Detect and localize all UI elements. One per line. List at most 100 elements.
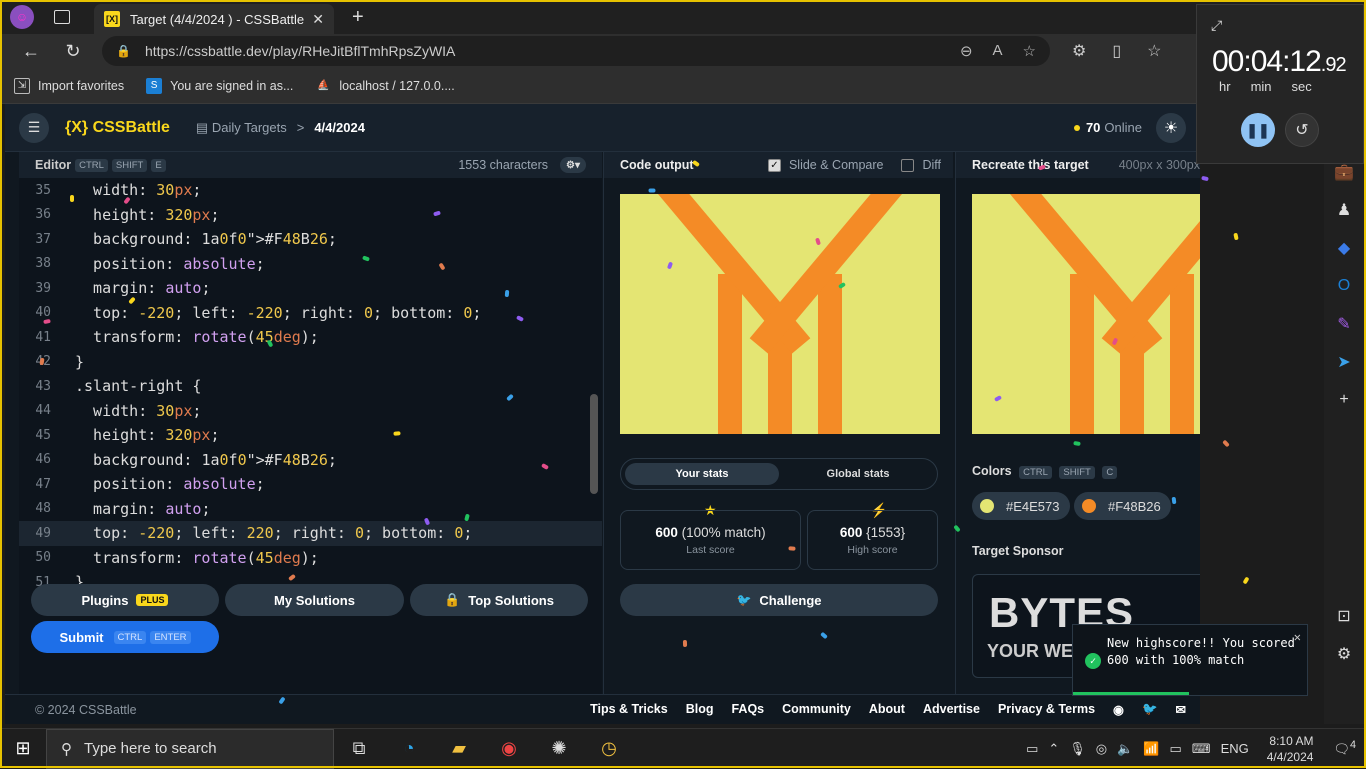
diff-checkbox[interactable]: Diff [901, 158, 941, 172]
add-icon[interactable]: + [1334, 390, 1354, 410]
tab-your-stats[interactable]: Your stats [625, 463, 779, 485]
split-screen-icon[interactable]: ▯ [1112, 41, 1121, 61]
webcam-icon[interactable]: ◎ [1096, 741, 1107, 757]
discord-icon[interactable]: ◉ [1113, 702, 1124, 717]
footer-link-tips[interactable]: Tips & Tricks [590, 702, 668, 717]
confetti-piece [648, 188, 656, 193]
designer-icon[interactable]: ✎ [1334, 314, 1354, 334]
chatgpt-icon[interactable]: ✺ [534, 738, 584, 759]
settings-gear-icon[interactable]: ⚙ [1334, 644, 1354, 664]
windows-start-icon[interactable]: ⊞ [0, 738, 46, 759]
top-solutions-button[interactable]: 🔒 Top Solutions [410, 584, 588, 616]
cssbattle-logo[interactable]: {X} CSSBattle [65, 119, 170, 137]
battery-icon[interactable]: ▭ [1170, 741, 1182, 757]
editor-scrollbar[interactable] [590, 184, 598, 589]
footer-link-about[interactable]: About [869, 702, 905, 717]
slide-compare-checkbox[interactable]: ✓ Slide & Compare [767, 158, 883, 172]
address-bar[interactable]: 🔒 https://cssbattle.dev/play/RHeJitBflTm… [102, 36, 1050, 66]
code-line[interactable]: 39 margin: auto; [19, 276, 602, 301]
submit-button[interactable]: Submit CTRL ENTER [31, 621, 219, 653]
task-view-icon[interactable]: ⧉ [334, 738, 384, 759]
code-line[interactable]: 35 width: 30px; [19, 178, 602, 203]
favorite-import[interactable]: ⇲ Import favorites [14, 77, 124, 94]
notifications-icon[interactable]: 🗨4 [1333, 739, 1356, 757]
read-aloud-icon[interactable]: A [993, 42, 1003, 60]
clock-app-icon[interactable]: ◷ [584, 738, 634, 759]
volume-icon[interactable]: 🔈 [1117, 741, 1133, 757]
microphone-icon[interactable]: 🎙 [1069, 741, 1086, 757]
edge-icon[interactable]: ◔ [384, 738, 434, 759]
favorite-star-icon[interactable]: ☆ [1023, 42, 1036, 60]
footer-link-advertise[interactable]: Advertise [923, 702, 980, 717]
code-line[interactable]: 46 background: 1a0f0">#F48B26; [19, 448, 602, 473]
code-line[interactable]: 37 background: 1a0f0">#F48B26; [19, 227, 602, 252]
favorite-localhost[interactable]: ⛵ localhost / 127.0.0.... [315, 78, 455, 94]
zoom-icon[interactable]: ⊖ [960, 42, 973, 60]
output-canvas[interactable] [620, 194, 940, 434]
scrollbar-thumb[interactable] [590, 394, 598, 494]
close-icon[interactable]: ✕ [1294, 629, 1301, 646]
plugins-button[interactable]: Plugins PLUS [31, 584, 219, 616]
file-explorer-icon[interactable]: ▰ [434, 738, 484, 759]
extensions-icon[interactable]: ⚙ [1072, 41, 1086, 61]
code-line[interactable]: 50 transform: rotate(45deg); [19, 546, 602, 571]
code-line[interactable]: 41 transform: rotate(45deg); [19, 325, 602, 350]
editor-settings-gear-icon[interactable]: ⚙▾ [560, 157, 586, 173]
clock-time: 8:10 AM [1269, 733, 1314, 748]
favorites-icon[interactable]: ☆ [1147, 41, 1161, 61]
theme-toggle-sun-icon[interactable]: ☀ [1156, 112, 1186, 143]
taskbar-clock[interactable]: 8:10 AM 4/4/2024 [1267, 733, 1314, 765]
games-icon[interactable]: ♟ [1334, 200, 1354, 220]
send-icon[interactable]: ➤ [1334, 352, 1354, 372]
tab-global-stats[interactable]: Global stats [781, 463, 935, 485]
challenge-button[interactable]: 🐦 Challenge [620, 584, 938, 616]
tab-actions-icon[interactable] [54, 10, 70, 24]
code-line[interactable]: 44 width: 30px; [19, 399, 602, 424]
code-line[interactable]: 45 height: 320px; [19, 423, 602, 448]
breadcrumb-daily-targets[interactable]: ▤ Daily Targets [196, 120, 287, 136]
keyboard-icon[interactable]: ⌨ [1192, 741, 1211, 757]
reset-icon[interactable]: ↺ [1285, 113, 1319, 147]
line-number: 37 [35, 231, 51, 247]
my-solutions-button[interactable]: My Solutions [225, 584, 404, 616]
pause-icon[interactable]: ❚❚ [1241, 113, 1275, 147]
twitter-icon[interactable]: 🐦 [1142, 702, 1158, 717]
mail-icon[interactable]: ✉ [1176, 702, 1186, 717]
code-area[interactable]: 35 width: 30px; 36 height: 320px; 37 backg… [19, 178, 602, 596]
footer-link-faqs[interactable]: FAQs [731, 702, 764, 717]
code-line[interactable]: 40 top: -220; left: -220; right: 0; bott… [19, 301, 602, 326]
network-icon[interactable]: 📶 [1143, 741, 1159, 757]
footer-link-privacy[interactable]: Privacy & Terms [998, 702, 1095, 717]
outlook-icon[interactable]: O [1334, 276, 1354, 296]
footer-link-blog[interactable]: Blog [686, 702, 714, 717]
favorite-signed-in[interactable]: S You are signed in as... [146, 77, 293, 94]
language-indicator[interactable]: ENG [1221, 741, 1249, 756]
copilot-icon[interactable]: ◆ [1334, 238, 1354, 258]
lock-icon[interactable]: 🔒 [116, 44, 131, 58]
code-line[interactable]: 38 position: absolute; [19, 252, 602, 277]
refresh-icon[interactable]: ↻ [62, 41, 84, 62]
show-hidden-icon[interactable]: ⌃ [1048, 741, 1059, 757]
close-tab-icon[interactable]: ✕ [312, 11, 324, 28]
code-line[interactable]: 43 .slant-right { [19, 374, 602, 399]
code-line[interactable]: 42} [19, 350, 602, 375]
menu-icon[interactable]: ☰ [19, 112, 49, 143]
code-line[interactable]: 47 position: absolute; [19, 472, 602, 497]
profile-avatar[interactable]: ☺ [10, 5, 34, 29]
back-icon[interactable]: ← [20, 41, 42, 62]
line-number: 35 [35, 182, 51, 198]
expand-icon[interactable]: ⤢ [1211, 17, 1222, 34]
color-chip-fg[interactable]: #F48B26 [1074, 492, 1171, 520]
touch-keyboard-icon[interactable]: ▭ [1026, 741, 1038, 757]
code-line[interactable]: 49 top: -220; left: 220; right: 0; botto… [19, 521, 602, 546]
record-app-icon[interactable]: ◉ [484, 738, 534, 759]
new-tab-icon[interactable]: + [352, 6, 364, 29]
code-line[interactable]: 36 height: 320px; [19, 203, 602, 228]
briefcase-icon[interactable]: 💼 [1334, 162, 1354, 182]
taskbar-search[interactable]: ⚲ Type here to search [46, 728, 334, 769]
color-chip-bg[interactable]: #E4E573 [972, 492, 1070, 520]
code-line[interactable]: 48 margin: auto; [19, 497, 602, 522]
browser-tab[interactable]: [X] Target (4/4/2024 ) - CSSBattle ✕ [94, 4, 334, 34]
screenshot-icon[interactable]: ⊡ [1334, 606, 1354, 626]
footer-link-community[interactable]: Community [782, 702, 851, 717]
